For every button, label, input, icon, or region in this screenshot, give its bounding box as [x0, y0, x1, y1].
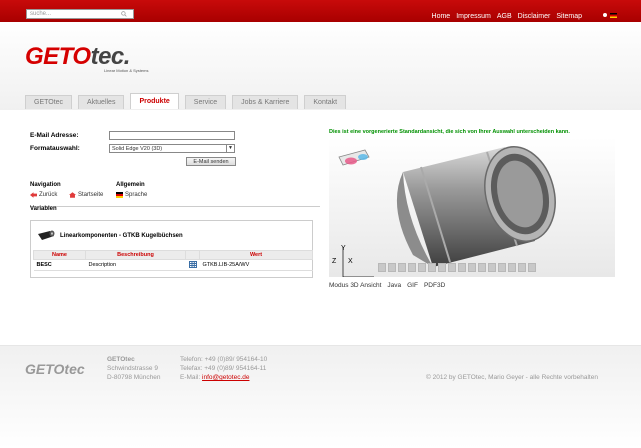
- top-link-impressum[interactable]: Impressum: [456, 13, 491, 20]
- tab-jobs[interactable]: Jobs & Karriere: [232, 95, 299, 109]
- top-link-sitemap[interactable]: Sitemap: [556, 13, 582, 20]
- mode-java-link[interactable]: Java: [387, 282, 401, 289]
- footer-street: Schwindstrasse 9: [107, 365, 158, 372]
- axis-z-label: Z: [332, 258, 337, 265]
- top-nav: Home Impressum AGB Disclaimer Sitemap: [432, 13, 582, 20]
- tool-button[interactable]: [528, 263, 536, 272]
- home-link[interactable]: Startseite: [78, 192, 103, 198]
- email-field[interactable]: [109, 131, 235, 140]
- format-select-value: Solid Edge V20 (3D): [112, 146, 163, 152]
- linear-bearing-icon: [38, 230, 55, 240]
- footer-address: GETOtec Schwindstrasse 9 D-80798 München: [107, 355, 160, 382]
- search-input[interactable]: suche...: [26, 9, 134, 19]
- tool-button[interactable]: [448, 263, 456, 272]
- 3d-viewer[interactable]: Y Z X: [329, 137, 615, 277]
- mode-gif-link[interactable]: GIF: [407, 282, 418, 289]
- tool-button[interactable]: [438, 263, 446, 272]
- footer-fax: Telefax: +49 (0)89/ 954164-11: [180, 365, 267, 372]
- column-header-spacer: [185, 250, 200, 260]
- format-select[interactable]: Solid Edge V20 (3D) ▼: [109, 144, 235, 153]
- column-header-description: Beschreibung: [85, 250, 186, 260]
- table-row: BESC Description GTKB.LIB-25A/WV: [33, 259, 313, 271]
- cell-grid[interactable]: [185, 259, 200, 271]
- tool-button[interactable]: [398, 263, 406, 272]
- search-placeholder: suche...: [30, 11, 52, 17]
- tool-button[interactable]: [458, 263, 466, 272]
- mode-pdf3d-link[interactable]: PDF3D: [424, 282, 445, 289]
- view-mode-links: Modus 3D Ansicht Java GIF PDF3D: [329, 282, 445, 289]
- tab-aktuelles[interactable]: Aktuelles: [78, 95, 125, 109]
- tool-button[interactable]: [518, 263, 526, 272]
- product-title: Linearkomponenten - GTKB Kugelbüchsen: [60, 233, 183, 239]
- back-link[interactable]: Zurück: [39, 192, 57, 198]
- product-box: Linearkomponenten - GTKB Kugelbüchsen Na…: [30, 220, 313, 278]
- tool-button[interactable]: [468, 263, 476, 272]
- cell-value: GTKB.LIB-25A/WV: [199, 259, 313, 271]
- cell-description: Description: [85, 259, 186, 271]
- tool-button[interactable]: [498, 263, 506, 272]
- tab-kontakt[interactable]: Kontakt: [304, 95, 347, 109]
- axis-y-label: Y: [341, 245, 346, 252]
- tool-button[interactable]: [388, 263, 396, 272]
- viewer-note: Dies ist eine vorgenerierte Standardansi…: [329, 129, 570, 135]
- tool-button[interactable]: [488, 263, 496, 272]
- mode-label: Modus 3D Ansicht: [329, 282, 382, 289]
- tab-produkte[interactable]: Produkte: [130, 93, 179, 109]
- footer-email-label: E-Mail:: [180, 374, 201, 381]
- send-email-button[interactable]: E-Mail senden: [186, 157, 236, 166]
- top-link-agb[interactable]: AGB: [497, 13, 512, 20]
- home-icon[interactable]: [69, 192, 76, 198]
- email-label: E-Mail Adresse:: [30, 132, 79, 139]
- cell-name: BESC: [33, 259, 86, 271]
- navigation-row: Navigation Allgemein Zurück Startseite S…: [30, 182, 320, 207]
- footer-contact: Telefon: +49 (0)89/ 954164-10 Telefax: +…: [180, 355, 267, 382]
- tool-button[interactable]: [428, 263, 436, 272]
- language-link[interactable]: Sprache: [125, 192, 147, 198]
- footer-email-link[interactable]: info@getotec.de: [202, 374, 249, 381]
- footer-logo: GETOtec: [25, 361, 85, 377]
- footer-phone: Telefon: +49 (0)89/ 954164-10: [180, 356, 268, 363]
- format-label: Formatauswahl:: [30, 145, 80, 152]
- settings-icon[interactable]: [603, 13, 607, 17]
- general-header: Allgemein: [116, 182, 145, 188]
- tool-button[interactable]: [478, 263, 486, 272]
- column-header-value: Wert: [199, 250, 313, 260]
- axis-x-label: X: [348, 258, 353, 265]
- column-header-name: Name: [33, 250, 86, 260]
- variables-table: Name Beschreibung Wert BESC Description …: [33, 250, 313, 271]
- footer-company: GETOtec: [107, 356, 135, 363]
- footer: GETOtec GETOtec Schwindstrasse 9 D-80798…: [0, 345, 641, 448]
- top-bar: suche... Home Impressum AGB Disclaimer S…: [0, 0, 641, 22]
- tool-button[interactable]: [378, 263, 386, 272]
- viewer-toolbar: [378, 263, 568, 273]
- tab-getotec[interactable]: GETOtec: [25, 95, 73, 109]
- main-tabs: GETOtec Aktuelles Produkte Service Jobs …: [25, 93, 347, 109]
- back-arrow-icon[interactable]: [30, 192, 37, 198]
- footer-city: D-80798 München: [107, 374, 161, 381]
- language-flag-icon[interactable]: [116, 192, 123, 198]
- tool-button[interactable]: [408, 263, 416, 272]
- german-flag-icon[interactable]: [610, 13, 617, 18]
- tool-button[interactable]: [508, 263, 516, 272]
- grid-table-icon[interactable]: [188, 260, 197, 268]
- footer-copyright: © 2012 by GETOtec, Mario Geyer - alle Re…: [426, 374, 598, 381]
- main-content: E-Mail Adresse: Formatauswahl: Solid Edg…: [0, 110, 641, 345]
- site-logo[interactable]: GETOtec.: [25, 43, 130, 71]
- variables-header: Variablen: [30, 206, 57, 212]
- search-icon[interactable]: [121, 11, 127, 17]
- top-link-home[interactable]: Home: [432, 13, 451, 20]
- tool-button[interactable]: [418, 263, 426, 272]
- chevron-down-icon: ▼: [226, 145, 234, 152]
- top-link-disclaimer[interactable]: Disclaimer: [518, 13, 551, 20]
- tab-service[interactable]: Service: [184, 95, 227, 109]
- logo-tagline: Linear Motion & Systems: [104, 68, 149, 73]
- navigation-header: Navigation: [30, 182, 61, 188]
